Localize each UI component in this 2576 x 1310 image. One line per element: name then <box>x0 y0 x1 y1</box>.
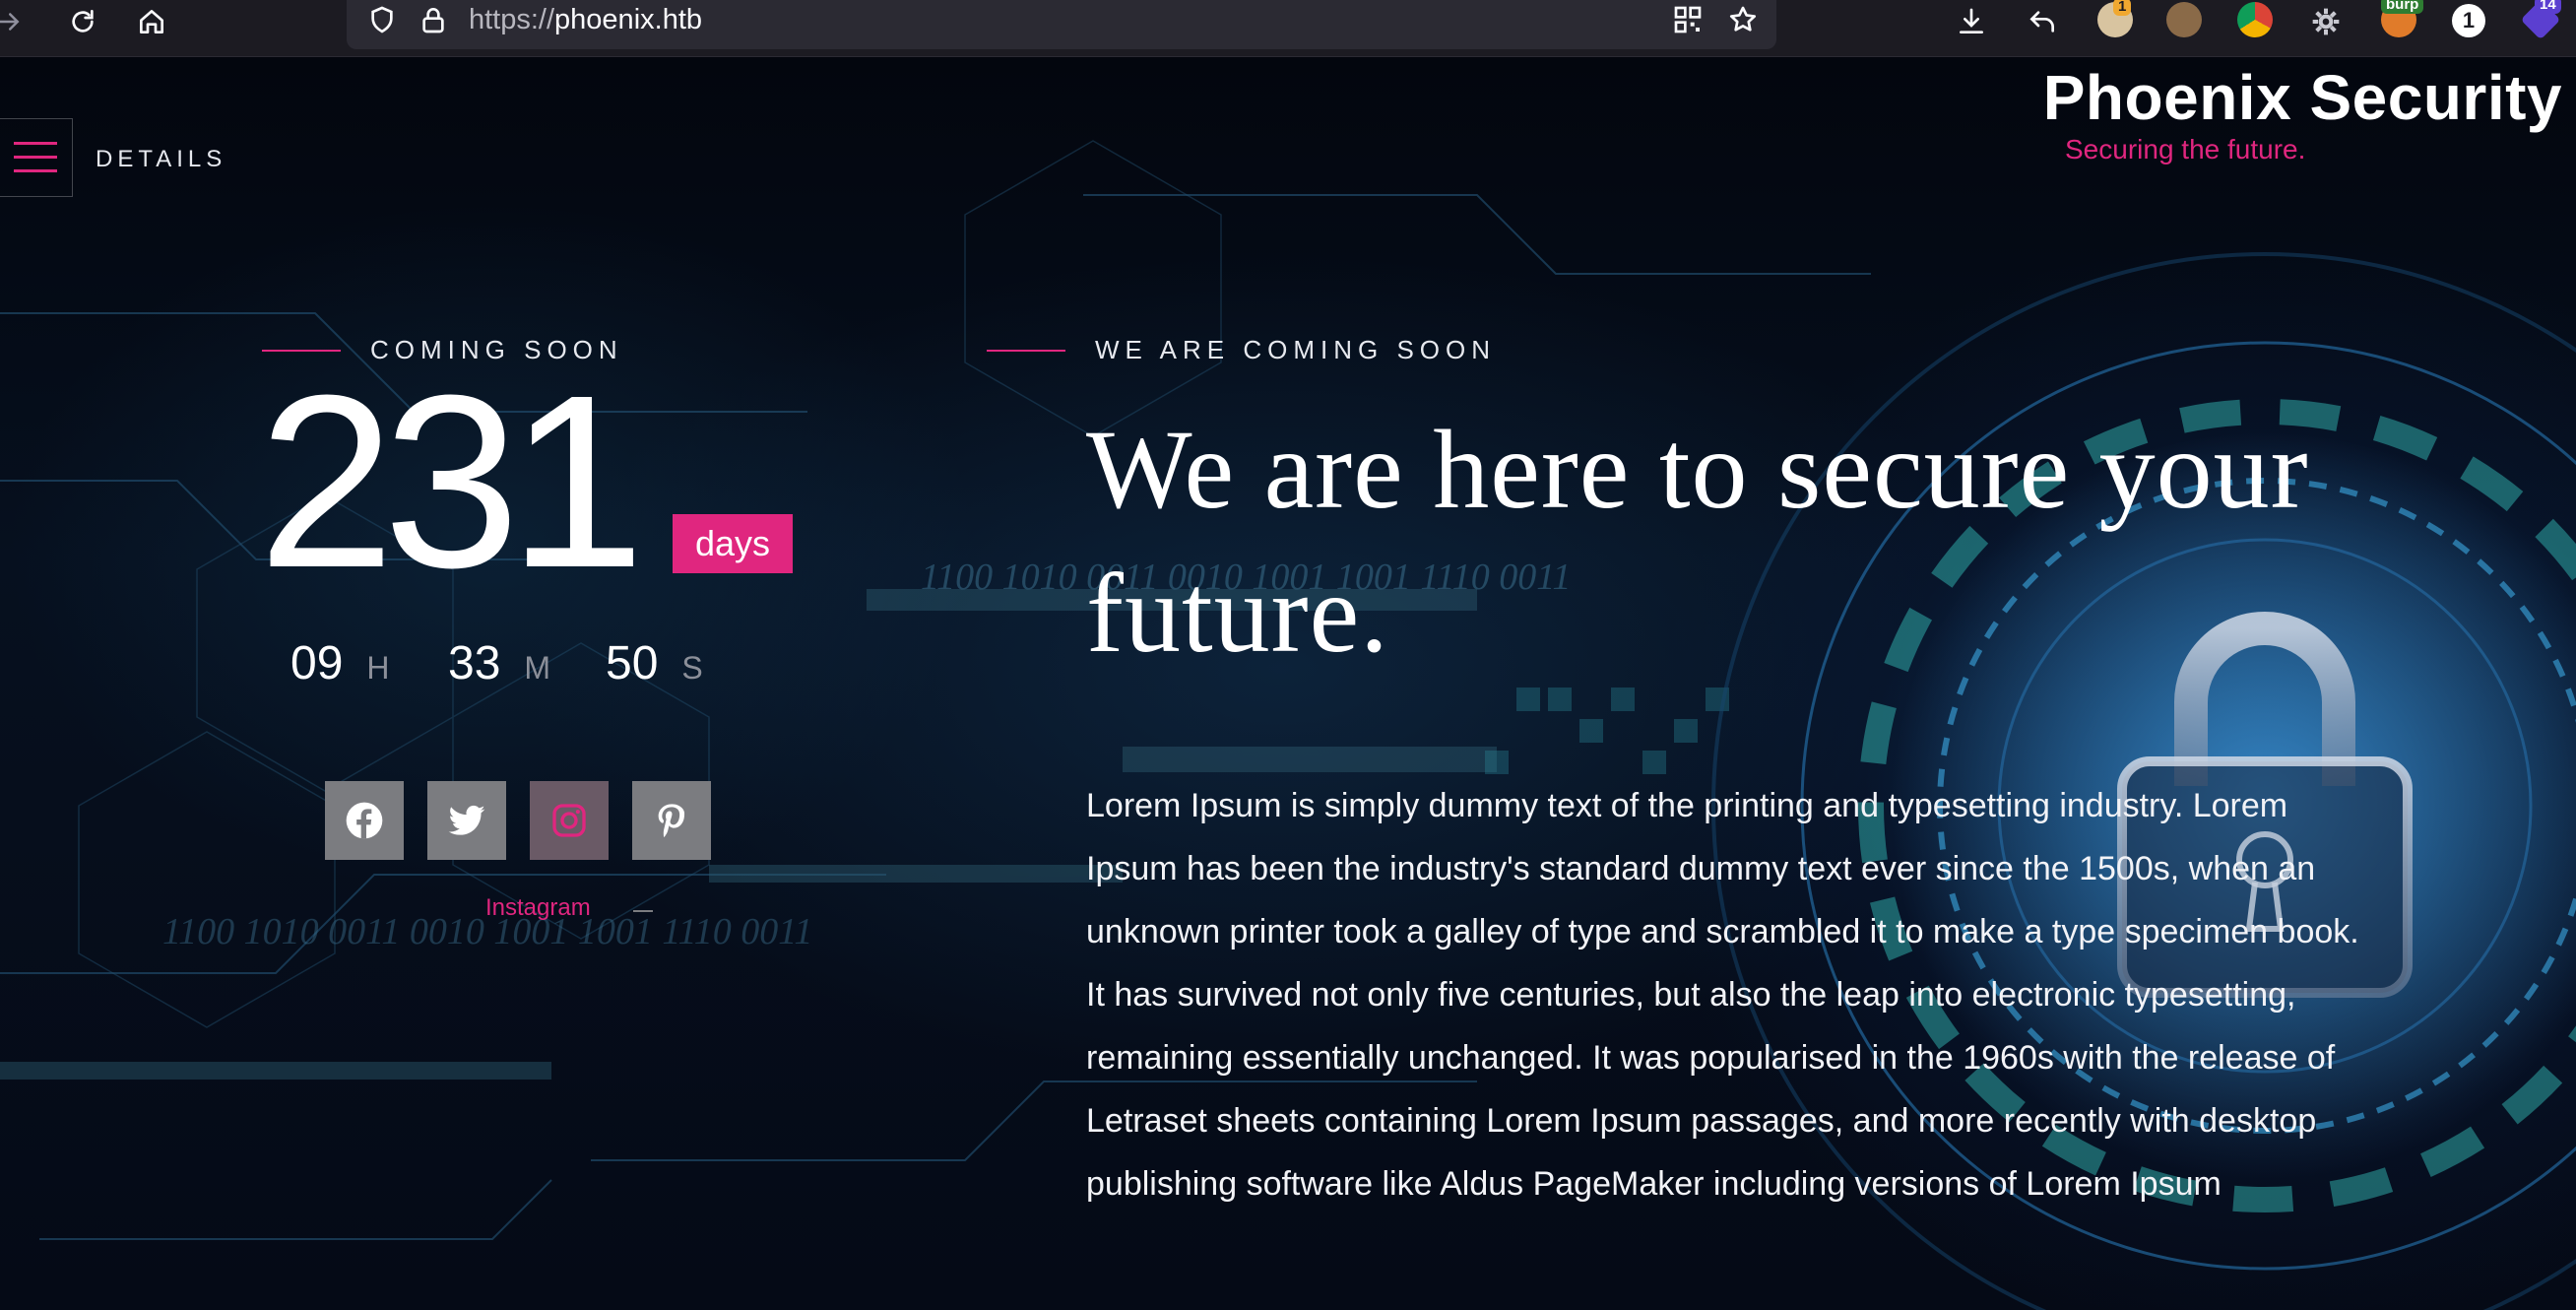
extension-monkey-icon[interactable] <box>2166 2 2202 37</box>
countdown-seconds: 50 S <box>606 636 703 690</box>
reload-icon[interactable] <box>61 0 104 43</box>
countdown-hours: 09 H <box>290 636 390 690</box>
url-bar[interactable]: https://phoenix.htb <box>347 0 1776 49</box>
days-badge: days <box>673 514 793 573</box>
hours-label: H <box>366 650 390 686</box>
countdown-minutes: 33 M <box>448 636 550 690</box>
countdown-days: 231 <box>258 344 645 619</box>
facebook-icon <box>346 802 383 839</box>
we-are-coming-soon-eyebrow: WE ARE COMING SOON <box>987 335 1496 365</box>
url-scheme: https:// <box>469 4 555 35</box>
tooltip-line <box>633 910 653 912</box>
instagram-icon <box>552 804 586 837</box>
facebook-button[interactable] <box>325 781 404 860</box>
qr-code-icon[interactable] <box>1666 0 1709 39</box>
site-tagline: Securing the future. <box>2065 134 2306 164</box>
minutes-label: M <box>524 650 551 686</box>
bookmark-star-icon[interactable] <box>1721 0 1765 39</box>
extension-counter-icon[interactable]: 1 <box>2452 4 2485 37</box>
forward-icon[interactable] <box>0 0 24 43</box>
home-icon[interactable] <box>130 0 173 43</box>
download-icon[interactable] <box>1950 0 1993 43</box>
pinterest-button[interactable] <box>632 781 711 860</box>
twitter-button[interactable] <box>427 781 506 860</box>
extension-badge: 14 <box>2535 0 2561 14</box>
pinterest-icon <box>658 804 685 837</box>
seconds-label: S <box>681 650 703 686</box>
we-are-coming-soon-label: WE ARE COMING SOON <box>1095 335 1497 364</box>
hours-value: 09 <box>290 637 344 689</box>
hero-headline: We are here to secure your future. <box>1086 407 2309 676</box>
back-arrow-icon[interactable] <box>2021 0 2064 43</box>
browser-toolbar: https://phoenix.htb 1 burp 1 14 <box>0 0 2576 57</box>
instagram-button[interactable] <box>530 781 609 860</box>
hero-paragraph: Lorem Ipsum is simply dummy text of the … <box>1086 787 2359 1203</box>
site-title[interactable]: Phoenix Security <box>2043 61 2562 134</box>
hamburger-menu-icon <box>14 142 57 172</box>
url-host: phoenix.htb <box>554 4 703 35</box>
menu-button[interactable] <box>0 118 73 197</box>
social-tooltip: Instagram <box>485 894 591 921</box>
minutes-value: 33 <box>448 637 501 689</box>
gear-icon[interactable] <box>2304 0 2348 43</box>
shield-icon[interactable] <box>360 0 404 39</box>
extension-badge: 1 <box>2113 0 2132 16</box>
twitter-icon <box>448 805 485 835</box>
page-viewport: 1100 1010 0011 0010 1001 1001 1110 0011 … <box>0 57 2576 1310</box>
accent-line <box>987 349 1065 352</box>
url-text[interactable]: https://phoenix.htb <box>469 2 702 37</box>
chrome-icon[interactable] <box>2237 2 2273 37</box>
seconds-value: 50 <box>606 637 659 689</box>
extension-badge: burp <box>2381 0 2424 14</box>
details-label[interactable]: DETAILS <box>96 146 226 173</box>
lock-icon[interactable] <box>412 0 455 39</box>
